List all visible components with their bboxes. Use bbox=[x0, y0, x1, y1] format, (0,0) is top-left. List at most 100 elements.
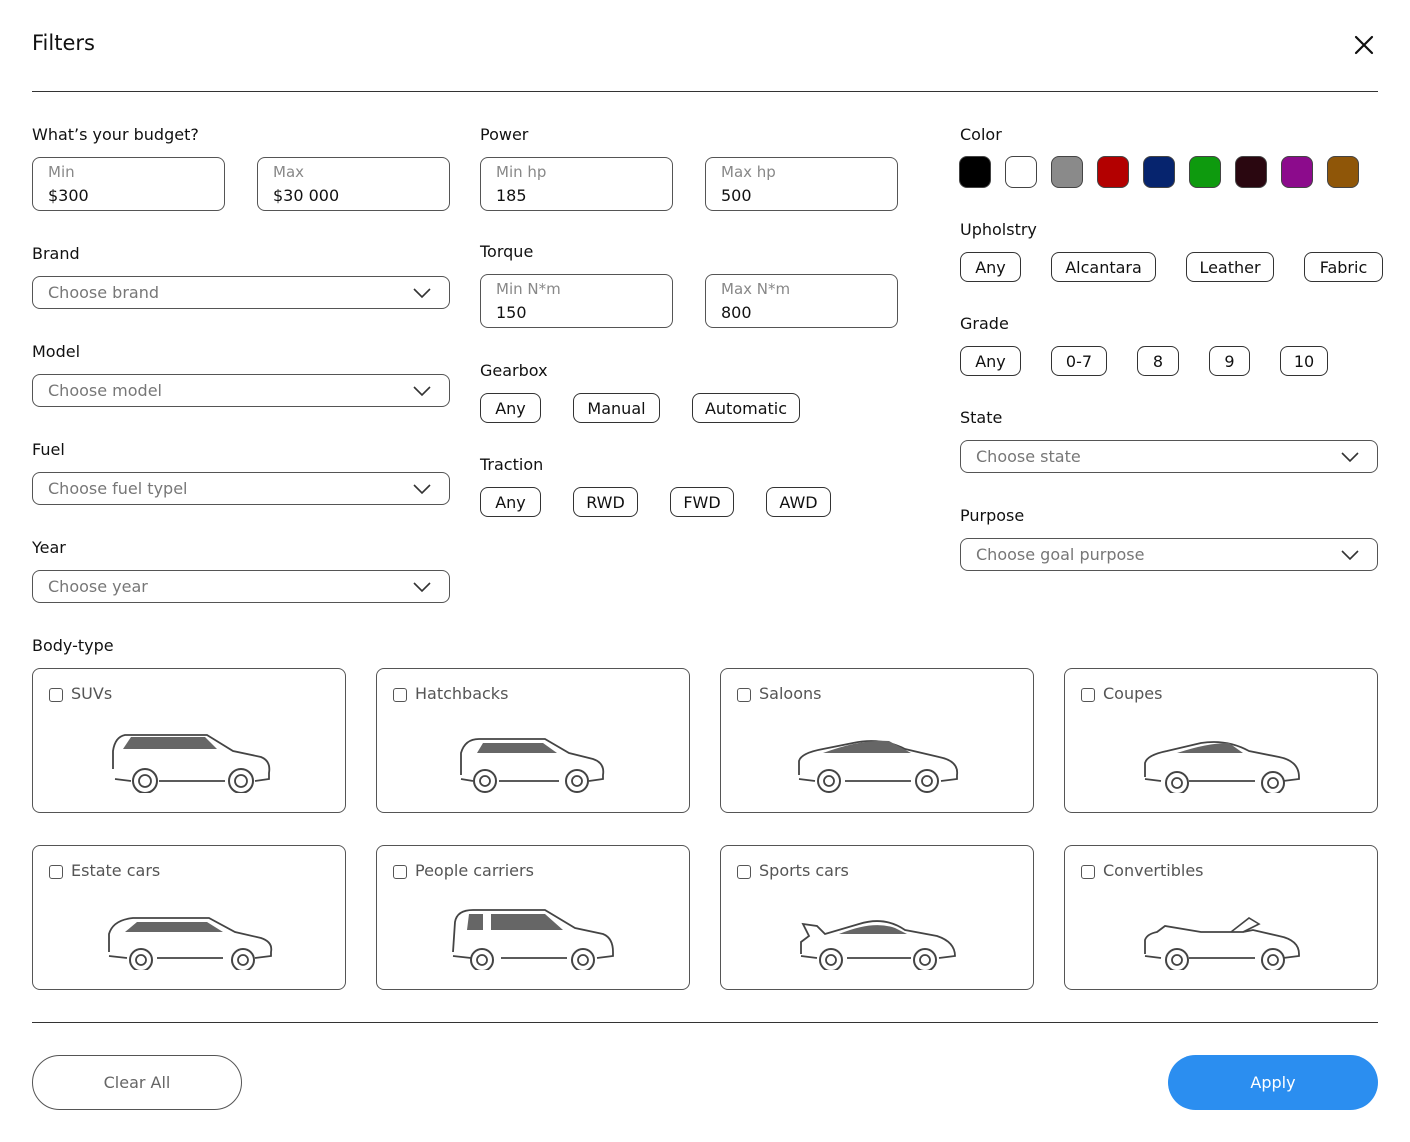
checkbox[interactable] bbox=[737, 688, 751, 702]
grade-option-8[interactable]: 8 bbox=[1137, 346, 1179, 376]
budget-min-value: $300 bbox=[48, 186, 89, 205]
upholstry-option-fabric[interactable]: Fabric bbox=[1304, 252, 1383, 282]
grade-option-any[interactable]: Any bbox=[960, 346, 1021, 376]
traction-label: Traction bbox=[480, 455, 544, 474]
color-swatch-red[interactable] bbox=[1097, 156, 1129, 188]
chevron-down-icon bbox=[413, 484, 431, 495]
chevron-down-icon bbox=[1341, 452, 1359, 463]
traction-option-any[interactable]: Any bbox=[480, 487, 541, 517]
fuel-label: Fuel bbox=[32, 440, 65, 459]
model-placeholder: Choose model bbox=[48, 381, 162, 400]
close-icon[interactable] bbox=[1352, 33, 1376, 57]
torque-min-field[interactable]: Min N*m 150 bbox=[480, 274, 673, 328]
upholstry-label: Upholstry bbox=[960, 220, 1037, 239]
checkbox[interactable] bbox=[393, 688, 407, 702]
body-type-card-people-carriers[interactable]: People carriers bbox=[376, 845, 690, 990]
grade-label: Grade bbox=[960, 314, 1009, 333]
torque-label: Torque bbox=[480, 242, 534, 261]
checkbox[interactable] bbox=[1081, 688, 1095, 702]
model-label: Model bbox=[32, 342, 81, 361]
traction-option-awd[interactable]: AWD bbox=[766, 487, 831, 517]
state-placeholder: Choose state bbox=[976, 447, 1081, 466]
budget-min-field[interactable]: Min $300 bbox=[32, 157, 225, 211]
torque-max-value: 800 bbox=[721, 303, 752, 322]
checkbox[interactable] bbox=[49, 688, 63, 702]
brand-placeholder: Choose brand bbox=[48, 283, 159, 302]
body-type-card-hatchbacks[interactable]: Hatchbacks bbox=[376, 668, 690, 813]
chevron-down-icon bbox=[413, 288, 431, 299]
power-min-value: 185 bbox=[496, 186, 527, 205]
page-title: Filters bbox=[32, 31, 95, 55]
color-swatch-gray[interactable] bbox=[1051, 156, 1083, 188]
brand-label: Brand bbox=[32, 244, 80, 263]
budget-min-label: Min bbox=[48, 163, 75, 181]
budget-max-value: $30 000 bbox=[273, 186, 340, 205]
footer-divider bbox=[32, 1022, 1378, 1023]
upholstry-option-leather[interactable]: Leather bbox=[1186, 252, 1274, 282]
state-select[interactable]: Choose state bbox=[960, 440, 1378, 473]
body-type-card-convertibles[interactable]: Convertibles bbox=[1064, 845, 1378, 990]
power-min-field[interactable]: Min hp 185 bbox=[480, 157, 673, 211]
checkbox[interactable] bbox=[737, 865, 751, 879]
traction-option-fwd[interactable]: FWD bbox=[670, 487, 734, 517]
body-type-card-label: Sports cars bbox=[759, 861, 849, 880]
power-min-label: Min hp bbox=[496, 163, 547, 181]
grade-option-10[interactable]: 10 bbox=[1280, 346, 1328, 376]
fuel-select[interactable]: Choose fuel typel bbox=[32, 472, 450, 505]
body-type-card-label: People carriers bbox=[415, 861, 534, 880]
state-label: State bbox=[960, 408, 1003, 427]
torque-min-label: Min N*m bbox=[496, 280, 561, 298]
body-type-card-saloons[interactable]: Saloons bbox=[720, 668, 1034, 813]
chevron-down-icon bbox=[1341, 550, 1359, 561]
torque-max-field[interactable]: Max N*m 800 bbox=[705, 274, 898, 328]
grade-option-0-7[interactable]: 0-7 bbox=[1051, 346, 1107, 376]
purpose-select[interactable]: Choose goal purpose bbox=[960, 538, 1378, 571]
budget-label: What’s your budget? bbox=[32, 125, 199, 144]
convertible-car-icon bbox=[1144, 917, 1300, 970]
gearbox-option-any[interactable]: Any bbox=[480, 393, 541, 423]
body-type-card-label: Convertibles bbox=[1103, 861, 1204, 880]
apply-button[interactable]: Apply bbox=[1168, 1055, 1378, 1110]
color-swatch-navy[interactable] bbox=[1143, 156, 1175, 188]
color-swatch-white[interactable] bbox=[1005, 156, 1037, 188]
checkbox[interactable] bbox=[49, 865, 63, 879]
body-type-card-estate-cars[interactable]: Estate cars bbox=[32, 845, 346, 990]
color-swatch-dark-maroon[interactable] bbox=[1235, 156, 1267, 188]
purpose-label: Purpose bbox=[960, 506, 1025, 525]
chevron-down-icon bbox=[413, 582, 431, 593]
body-type-card-suvs[interactable]: SUVs bbox=[32, 668, 346, 813]
gearbox-label: Gearbox bbox=[480, 361, 548, 380]
hatchback-car-icon bbox=[460, 738, 605, 793]
year-select[interactable]: Choose year bbox=[32, 570, 450, 603]
brand-select[interactable]: Choose brand bbox=[32, 276, 450, 309]
chevron-down-icon bbox=[413, 386, 431, 397]
sports-car-icon bbox=[800, 920, 956, 970]
gearbox-option-manual[interactable]: Manual bbox=[573, 393, 660, 423]
model-select[interactable]: Choose model bbox=[32, 374, 450, 407]
body-type-card-label: Estate cars bbox=[71, 861, 161, 880]
upholstry-option-any[interactable]: Any bbox=[960, 252, 1021, 282]
year-placeholder: Choose year bbox=[48, 577, 148, 596]
checkbox[interactable] bbox=[393, 865, 407, 879]
color-swatch-green[interactable] bbox=[1189, 156, 1221, 188]
power-max-label: Max hp bbox=[721, 163, 776, 181]
clear-all-button[interactable]: Clear All bbox=[32, 1055, 242, 1110]
budget-max-field[interactable]: Max $30 000 bbox=[257, 157, 450, 211]
color-swatch-black[interactable] bbox=[959, 156, 991, 188]
year-label: Year bbox=[32, 538, 66, 557]
suv-car-icon bbox=[112, 734, 271, 793]
body-type-card-label: SUVs bbox=[71, 684, 113, 703]
upholstry-option-alcantara[interactable]: Alcantara bbox=[1051, 252, 1156, 282]
checkbox[interactable] bbox=[1081, 865, 1095, 879]
grade-option-9[interactable]: 9 bbox=[1209, 346, 1250, 376]
body-type-card-coupes[interactable]: Coupes bbox=[1064, 668, 1378, 813]
color-swatch-purple[interactable] bbox=[1281, 156, 1313, 188]
traction-option-rwd[interactable]: RWD bbox=[573, 487, 638, 517]
color-swatch-brown[interactable] bbox=[1327, 156, 1359, 188]
people-carrier-car-icon bbox=[452, 909, 614, 970]
power-max-field[interactable]: Max hp 500 bbox=[705, 157, 898, 211]
gearbox-option-automatic[interactable]: Automatic bbox=[692, 393, 800, 423]
estate-car-icon bbox=[108, 917, 273, 970]
body-type-card-sports-cars[interactable]: Sports cars bbox=[720, 845, 1034, 990]
power-label: Power bbox=[480, 125, 529, 144]
